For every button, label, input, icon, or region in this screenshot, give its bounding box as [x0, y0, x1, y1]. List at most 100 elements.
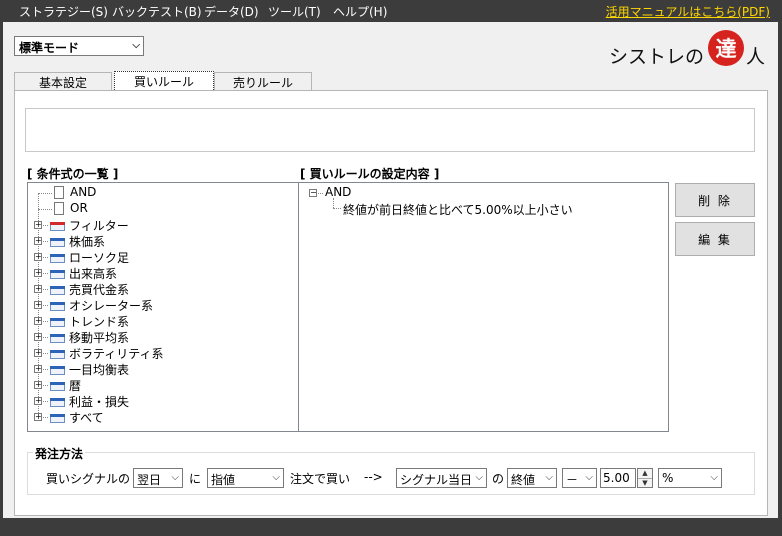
rule-description-box — [25, 108, 755, 152]
condition-item[interactable]: + 売買代金系 — [28, 281, 288, 297]
condition-item[interactable]: + 一目均衡表 — [28, 361, 288, 377]
expand-icon[interactable]: + — [34, 413, 42, 421]
order-label-no: の — [492, 472, 505, 486]
order-label-ni: に — [189, 472, 202, 486]
condition-label: フィルター — [69, 219, 129, 233]
expand-icon[interactable]: + — [34, 317, 42, 325]
mode-select-value: 標準モード — [19, 41, 80, 55]
condition-item[interactable]: + すべて — [28, 409, 288, 425]
manual-pdf-link[interactable]: 活用マニュアルはこちら(PDF) — [606, 3, 770, 20]
sign-select[interactable]: － ⌵ — [562, 468, 597, 488]
unit-select[interactable]: % ⌵ — [658, 468, 722, 488]
filter-folder-icon — [50, 220, 66, 231]
expand-icon[interactable]: + — [34, 253, 42, 261]
rule-condition-label: 終値が前日終値と比べて5.00%以上小さい — [343, 203, 573, 217]
folder-icon — [50, 252, 66, 263]
unit-value: % — [662, 471, 674, 485]
edit-button[interactable]: 編 集 — [675, 222, 755, 256]
delete-button[interactable]: 削 除 — [675, 183, 755, 217]
rule-root-and[interactable]: − AND — [309, 185, 609, 201]
expand-icon[interactable]: + — [34, 221, 42, 229]
condition-item[interactable]: + 株価系 — [28, 233, 288, 249]
folder-icon — [50, 364, 66, 375]
logo-text-end: 人 — [746, 46, 766, 68]
folder-icon — [50, 316, 66, 327]
menu-backtest[interactable]: バックテスト(B) — [112, 3, 202, 20]
collapse-icon[interactable]: − — [309, 189, 317, 197]
rule-root-label: AND — [325, 185, 352, 199]
order-label-buy-signal: 買いシグナルの — [46, 472, 131, 486]
amount-input[interactable]: 5.00 — [600, 468, 636, 488]
expand-icon[interactable]: + — [34, 333, 42, 341]
window-frame-right — [778, 22, 782, 518]
chevron-down-icon: ⌵ — [475, 472, 483, 483]
condition-label: 株価系 — [69, 235, 106, 249]
condition-label: ローソク足 — [69, 251, 130, 265]
chevron-down-icon: ⌵ — [545, 472, 553, 483]
chevron-down-icon: ⌵ — [272, 472, 280, 483]
signal-timing-select[interactable]: 翌日 ⌵ — [133, 468, 183, 488]
menu-data[interactable]: データ(D) — [204, 3, 259, 20]
spin-up-icon[interactable]: ▲ — [638, 469, 652, 479]
expand-icon[interactable]: + — [34, 285, 42, 293]
order-type-select[interactable]: 指値 ⌵ — [207, 468, 284, 488]
menu-bar: ストラテジー(S) バックテスト(B) データ(D) ツール(T) ヘルプ(H)… — [0, 0, 782, 22]
order-arrow: --> — [364, 470, 383, 484]
condition-label: 一目均衡表 — [69, 363, 130, 377]
condition-item[interactable]: + フィルター — [28, 217, 288, 233]
condition-item[interactable]: + オシレーター系 — [28, 297, 288, 313]
expand-icon[interactable]: + — [34, 365, 42, 373]
expand-icon[interactable]: + — [34, 301, 42, 309]
tab-buy-rules[interactable]: 買いルール — [114, 71, 214, 90]
status-bar — [0, 518, 782, 536]
folder-icon — [50, 300, 66, 311]
rule-condition-item[interactable]: 終値が前日終値と比べて5.00%以上小さい — [333, 201, 663, 217]
expand-icon[interactable]: + — [34, 349, 42, 357]
conditions-tree[interactable]: AND OR + フィルター + 株価系 + ローソク足 + 出来高系 + 売買代金系 + オシレーター系… — [27, 182, 299, 432]
expand-icon[interactable]: + — [34, 397, 42, 405]
condition-item[interactable]: + ローソク足 — [28, 249, 288, 265]
base-day-select[interactable]: シグナル当日 ⌵ — [396, 468, 487, 488]
sign-value: － — [566, 473, 579, 487]
expand-icon[interactable]: + — [34, 269, 42, 277]
amount-spinner[interactable]: ▲ ▼ — [637, 468, 653, 488]
condition-label: トレンド系 — [69, 315, 130, 329]
condition-item[interactable]: OR — [28, 201, 288, 217]
condition-label: 出来高系 — [69, 267, 118, 281]
chevron-down-icon: ⌵ — [171, 472, 179, 483]
condition-item[interactable]: + 暦 — [28, 377, 288, 393]
folder-icon — [50, 412, 66, 423]
condition-item[interactable]: + トレンド系 — [28, 313, 288, 329]
expand-icon[interactable]: + — [34, 237, 42, 245]
folder-icon — [50, 332, 66, 343]
condition-label: AND — [70, 185, 97, 199]
tab-basic-settings[interactable]: 基本設定 — [14, 72, 112, 90]
condition-label: ボラティリティ系 — [69, 347, 164, 361]
tab-label: 買いルール — [133, 75, 194, 89]
tab-label: 売りルール — [232, 76, 293, 90]
conditions-list-title: [ 条件式の一覧 ] — [27, 167, 119, 181]
expand-icon[interactable]: + — [34, 381, 42, 389]
condition-item[interactable]: + 利益・損失 — [28, 393, 288, 409]
condition-label: OR — [70, 201, 88, 215]
tree-connector — [38, 209, 52, 210]
order-type-value: 指値 — [211, 473, 236, 487]
logo-text-main: シストレの — [609, 46, 705, 68]
menu-tools[interactable]: ツール(T) — [268, 3, 321, 20]
folder-icon — [50, 268, 66, 279]
chevron-down-icon: ⌵ — [585, 472, 593, 483]
menu-help[interactable]: ヘルプ(H) — [333, 3, 387, 20]
tab-label: 基本設定 — [38, 76, 87, 90]
menu-strategy[interactable]: ストラテジー(S) — [19, 3, 108, 20]
document-icon — [54, 202, 64, 215]
tab-sell-rules[interactable]: 売りルール — [214, 72, 312, 90]
price-basis-select[interactable]: 終値 ⌵ — [507, 468, 557, 488]
condition-item[interactable]: + 移動平均系 — [28, 329, 288, 345]
condition-item[interactable]: + ボラティリティ系 — [28, 345, 288, 361]
condition-label: 移動平均系 — [69, 331, 130, 345]
spin-down-icon[interactable]: ▼ — [638, 479, 652, 488]
mode-select[interactable]: 標準モード ⌵ — [14, 36, 144, 56]
buy-rules-tree[interactable]: − AND 終値が前日終値と比べて5.00%以上小さい — [298, 182, 669, 432]
condition-item[interactable]: + 出来高系 — [28, 265, 288, 281]
condition-item[interactable]: AND — [28, 185, 288, 201]
